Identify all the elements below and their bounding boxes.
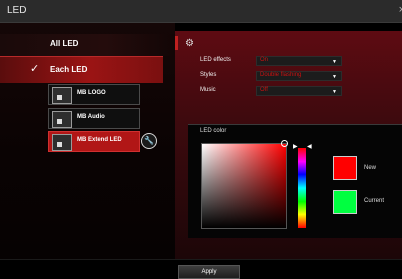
led-settings-panel: ⚙ LED effects On ▼ Styles Double flashin… [175,31,402,259]
each-led-label: Each LED [50,65,88,74]
all-led-tab[interactable]: All LED [0,34,175,56]
new-color-label: New [364,165,377,171]
wrench-icon[interactable]: 🔧 [141,133,157,149]
chevron-down-icon: ▼ [332,74,337,80]
divider [175,36,178,50]
device-name: MB LOGO [77,90,106,96]
led-color-panel: LED color ▶ ◀ New Current [188,124,402,238]
current-color-swatch [333,190,357,214]
music-value: Off [260,87,268,93]
chevron-down-icon: ▼ [332,89,337,95]
check-icon: ✓ [30,63,40,75]
all-led-label: All LED [50,39,79,48]
music-label: Music [200,87,216,93]
hue-slider[interactable] [298,148,306,228]
led-effects-label: LED effects [200,57,231,63]
device-thumbnail-icon [52,87,72,104]
led-color-header: LED color [200,128,227,134]
device-name: MB Audio [77,114,105,120]
close-icon[interactable]: × [399,4,402,16]
styles-select[interactable]: Double flashing ▼ [256,71,342,81]
device-name: MB Extend LED [77,137,122,143]
led-effects-value: On [260,57,269,63]
chevron-down-icon: ▼ [332,59,337,65]
gear-icon: ⚙ [185,38,194,49]
styles-value: Double flashing [260,72,302,78]
device-mb-audio[interactable]: MB Audio [48,108,140,129]
led-effects-select[interactable]: On ▼ [256,56,342,66]
current-color-label: Current [364,198,385,204]
hue-slider-handle-right[interactable]: ◀ [307,143,312,150]
styles-label: Styles [200,72,217,78]
device-mb-logo[interactable]: MB LOGO [48,84,140,105]
apply-button[interactable]: Apply [178,265,240,279]
saturation-value-picker[interactable] [201,143,287,229]
device-thumbnail-icon [52,134,72,151]
device-mb-extend-led[interactable]: MB Extend LED [48,131,140,152]
color-picker-marker[interactable] [281,140,288,147]
window-title: LED [7,5,27,16]
hue-slider-handle-left[interactable]: ▶ [293,143,298,150]
footer-bar: Apply [0,259,402,279]
title-bar: LED × [0,0,402,23]
each-led-tab[interactable]: ✓ Each LED [0,56,163,83]
music-select[interactable]: Off ▼ [256,86,342,96]
new-color-swatch [333,156,357,180]
device-thumbnail-icon [52,111,72,128]
